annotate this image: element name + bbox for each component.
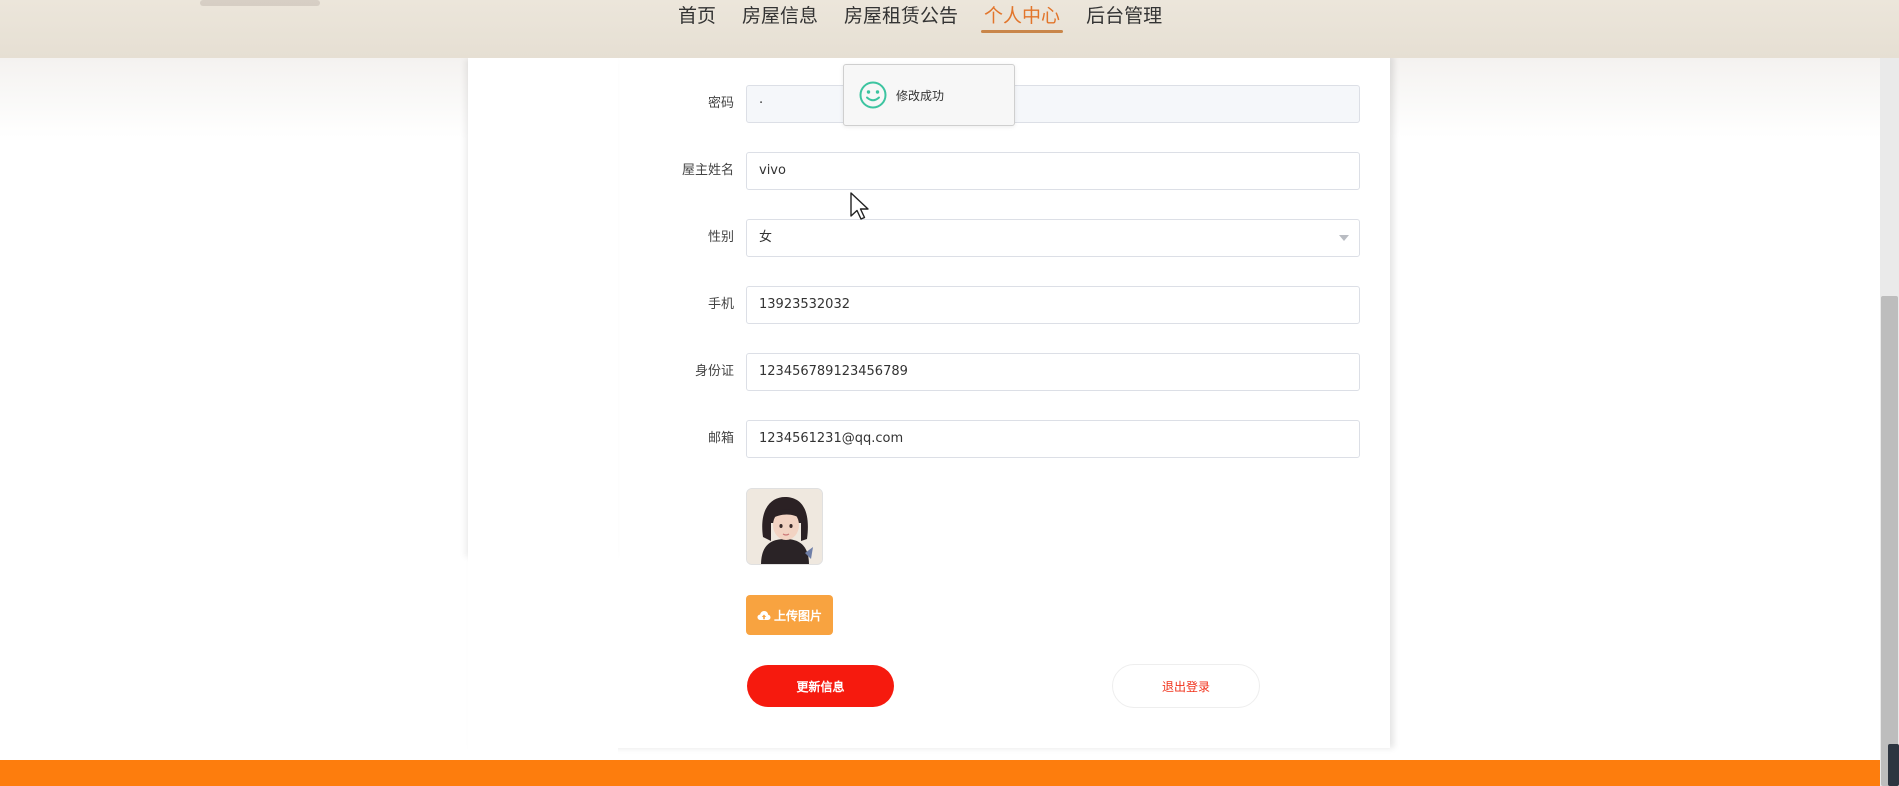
phone-input[interactable]: 13923532032	[746, 286, 1360, 324]
nav-home[interactable]: 首页	[678, 3, 716, 29]
phone-label: 手机	[707, 297, 734, 312]
gender-label: 性别	[707, 230, 734, 245]
logo	[200, 0, 320, 6]
upload-image-button[interactable]: 上传图片	[746, 595, 833, 635]
nav-admin[interactable]: 后台管理	[1086, 3, 1162, 29]
owner-name-label: 屋主姓名	[681, 163, 734, 178]
chevron-down-icon	[1339, 235, 1349, 241]
nav-rental-notice[interactable]: 房屋租赁公告	[844, 3, 958, 29]
password-input[interactable]: ·	[746, 85, 1360, 123]
owner-name-input[interactable]: vivo	[746, 152, 1360, 190]
password-label: 密码	[707, 96, 734, 111]
email-row: 邮箱 1234561231@qq.com	[650, 420, 1360, 458]
update-info-button[interactable]: 更新信息	[747, 665, 894, 707]
gender-select[interactable]: 女	[746, 219, 1360, 257]
toast-message: 修改成功	[896, 88, 945, 103]
logout-button[interactable]: 退出登录	[1112, 664, 1260, 708]
logout-label: 退出登录	[1161, 679, 1210, 694]
avatar-image	[747, 489, 822, 564]
footer-bar	[0, 760, 1880, 786]
phone-row: 手机 13923532032	[650, 286, 1360, 324]
mouse-pointer-icon	[850, 192, 869, 220]
idcard-input[interactable]: 123456789123456789	[746, 353, 1360, 391]
scrollbar-thumb[interactable]	[1881, 296, 1898, 786]
upload-image-label: 上传图片	[773, 608, 822, 623]
cloud-upload-icon	[757, 610, 771, 620]
main-nav: 首页 房屋信息 房屋租赁公告 个人中心 后台管理	[678, 0, 1188, 33]
success-toast: 修改成功	[843, 64, 1015, 126]
update-info-label: 更新信息	[796, 679, 845, 694]
email-input[interactable]: 1234561231@qq.com	[746, 420, 1360, 458]
sidebar-panel	[468, 56, 618, 554]
gender-row: 性别 女	[650, 219, 1360, 257]
email-label: 邮箱	[707, 431, 734, 446]
corner-widget	[1888, 744, 1899, 786]
idcard-row: 身份证 123456789123456789	[650, 353, 1360, 391]
owner-name-row: 屋主姓名 vivo	[650, 152, 1360, 190]
top-navigation-bar: 首页 房屋信息 房屋租赁公告 个人中心 后台管理	[0, 0, 1899, 58]
card-cover	[468, 554, 618, 754]
nav-house-info[interactable]: 房屋信息	[742, 3, 818, 29]
nav-personal-center[interactable]: 个人中心	[981, 3, 1064, 33]
avatar	[746, 488, 823, 565]
gender-value: 女	[759, 230, 773, 245]
idcard-label: 身份证	[694, 364, 734, 379]
smile-face-icon	[859, 81, 887, 109]
